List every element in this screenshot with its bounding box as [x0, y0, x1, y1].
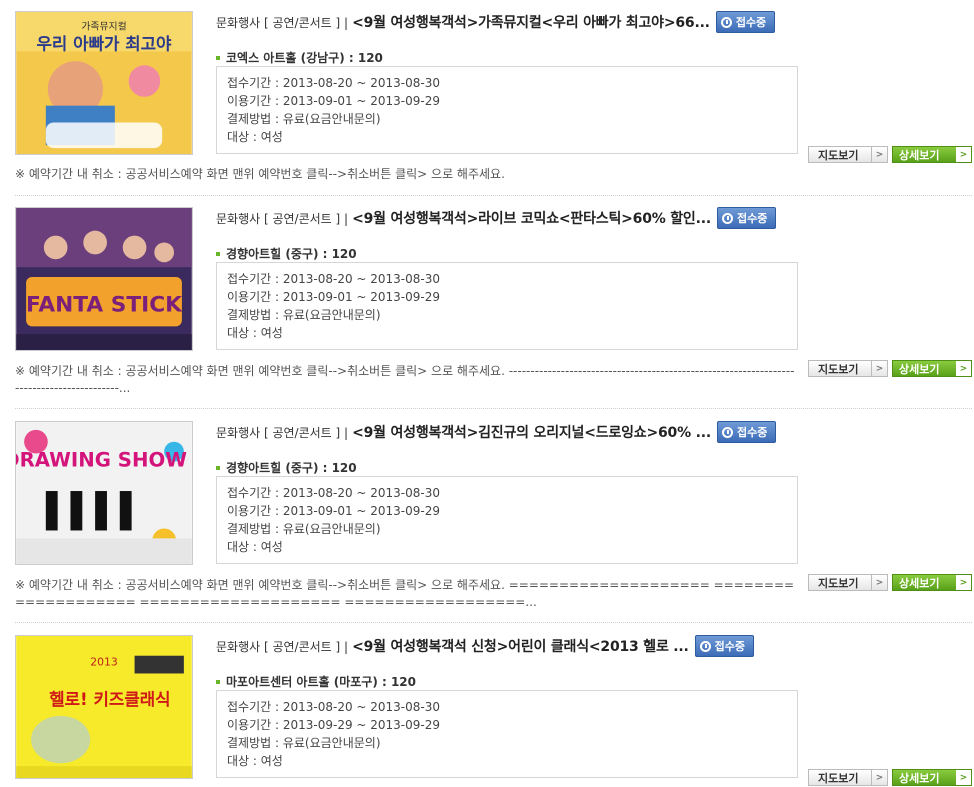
status-badge: 접수중 [716, 207, 777, 229]
poster-illustration: FANTA STICK [16, 208, 192, 350]
divider [15, 408, 972, 409]
use-period-row: 이용기간 : 2013-09-01 ~ 2013-09-29 [227, 94, 441, 108]
event-title-link[interactable]: <9월 여성행복객석>가족뮤지컬<우리 아빠가 최고야>66... [352, 12, 710, 32]
payment-row: 결제방법 : 유료(요금안내문의) [227, 112, 381, 126]
poster-main-text: 우리 아빠가 최고야 [37, 33, 173, 53]
bullet-icon [216, 465, 220, 470]
chevron-right-icon: > [956, 361, 971, 376]
use-period-row: 이용기간 : 2013-09-01 ~ 2013-09-29 [227, 290, 441, 304]
event-venue: 경향아트힐 (중구) : 120 [216, 459, 357, 476]
divider [15, 622, 972, 623]
bullet-icon [216, 679, 220, 684]
poster-illustration: 가족뮤지컬 우리 아빠가 최고야 [16, 12, 192, 154]
event-title-link[interactable]: <9월 여성행복객석>라이브 코믹쇼<판타스틱>60% 할인... [352, 208, 711, 228]
target-row: 대상 : 여성 [227, 754, 283, 768]
target-row: 대상 : 여성 [227, 540, 283, 554]
event-poster-image[interactable]: DRAWING SHOW [15, 421, 193, 565]
event-poster-image[interactable]: 가족뮤지컬 우리 아빠가 최고야 [15, 11, 193, 155]
event-venue: 경향아트힐 (중구) : 120 [216, 245, 357, 262]
poster-illustration: 2013 헬로! 키즈클래식 [16, 636, 192, 778]
poster-main-text: DRAWING SHOW [16, 448, 187, 471]
chevron-right-icon: > [871, 575, 887, 590]
poster-illustration: DRAWING SHOW [16, 422, 192, 564]
cancel-notice: ※ 예약기간 내 취소 : 공공서비스예약 화면 맨위 예약번호 클릭-->취소… [15, 167, 505, 181]
map-button[interactable]: 지도보기 > [808, 574, 888, 591]
bullet-icon [216, 251, 220, 256]
event-title-link[interactable]: <9월 여성행복객석>김진규의 오리지널<드로잉쇼>60% ... [352, 422, 711, 442]
clock-icon [699, 640, 711, 652]
target-row: 대상 : 여성 [227, 130, 283, 144]
cancel-notice: ※ 예약기간 내 취소 : 공공서비스예약 화면 맨위 예약번호 클릭-->취소… [15, 578, 795, 609]
detail-button[interactable]: 상세보기 > [892, 769, 972, 786]
apply-period-row: 접수기간 : 2013-08-20 ~ 2013-08-30 [227, 76, 441, 90]
chevron-right-icon: > [871, 147, 887, 162]
event-category: 문화행사 [ 공연/콘서트 ] | [216, 211, 349, 226]
chevron-right-icon: > [871, 361, 887, 376]
event-venue: 코엑스 아트홀 (강남구) : 120 [216, 49, 383, 66]
event-title-link[interactable]: <9월 여성행복객석 신청>어린이 클래식<2013 헬로 ... [352, 636, 689, 656]
event-details-box: 접수기간 : 2013-08-20 ~ 2013-08-30 이용기간 : 20… [216, 66, 798, 154]
cancel-notice: ※ 예약기간 내 취소 : 공공서비스예약 화면 맨위 예약번호 클릭-->취소… [15, 364, 795, 395]
status-badge: 접수중 [694, 635, 755, 657]
event-category: 문화행사 [ 공연/콘서트 ] | [216, 15, 349, 30]
detail-button[interactable]: 상세보기 > [892, 360, 972, 377]
clock-icon [721, 426, 733, 438]
event-category: 문화행사 [ 공연/콘서트 ] | [216, 425, 349, 440]
use-period-row: 이용기간 : 2013-09-29 ~ 2013-09-29 [227, 718, 441, 732]
event-details-box: 접수기간 : 2013-08-20 ~ 2013-08-30 이용기간 : 20… [216, 476, 798, 564]
clock-icon [721, 212, 733, 224]
map-button[interactable]: 지도보기 > [808, 360, 888, 377]
event-details-box: 접수기간 : 2013-08-20 ~ 2013-08-30 이용기간 : 20… [216, 690, 798, 778]
status-badge: 접수중 [716, 421, 777, 443]
event-poster-image[interactable]: FANTA STICK [15, 207, 193, 351]
payment-row: 결제방법 : 유료(요금안내문의) [227, 308, 381, 322]
payment-row: 결제방법 : 유료(요금안내문의) [227, 522, 381, 536]
apply-period-row: 접수기간 : 2013-08-20 ~ 2013-08-30 [227, 700, 441, 714]
payment-row: 결제방법 : 유료(요금안내문의) [227, 736, 381, 750]
chevron-right-icon: > [956, 770, 971, 785]
event-poster-image[interactable]: 2013 헬로! 키즈클래식 [15, 635, 193, 779]
clock-icon [720, 16, 732, 28]
chevron-right-icon: > [956, 575, 971, 590]
apply-period-row: 접수기간 : 2013-08-20 ~ 2013-08-30 [227, 272, 441, 286]
chevron-right-icon: > [871, 770, 887, 785]
use-period-row: 이용기간 : 2013-09-01 ~ 2013-09-29 [227, 504, 441, 518]
event-category: 문화행사 [ 공연/콘서트 ] | [216, 639, 349, 654]
poster-top-text: 2013 [90, 656, 118, 669]
detail-button[interactable]: 상세보기 > [892, 146, 972, 163]
detail-button[interactable]: 상세보기 > [892, 574, 972, 591]
map-button[interactable]: 지도보기 > [808, 146, 888, 163]
chevron-right-icon: > [956, 147, 971, 162]
divider [15, 195, 972, 196]
bullet-icon [216, 55, 220, 60]
event-venue: 마포아트센터 아트홀 (마포구) : 120 [216, 673, 416, 690]
poster-main-text: 헬로! 키즈클래식 [49, 689, 170, 709]
status-badge: 접수중 [715, 11, 776, 33]
event-details-box: 접수기간 : 2013-08-20 ~ 2013-08-30 이용기간 : 20… [216, 262, 798, 350]
poster-top-text: 가족뮤지컬 [81, 20, 126, 33]
apply-period-row: 접수기간 : 2013-08-20 ~ 2013-08-30 [227, 486, 441, 500]
poster-main-text: FANTA STICK [26, 293, 183, 318]
map-button[interactable]: 지도보기 > [808, 769, 888, 786]
target-row: 대상 : 여성 [227, 326, 283, 340]
